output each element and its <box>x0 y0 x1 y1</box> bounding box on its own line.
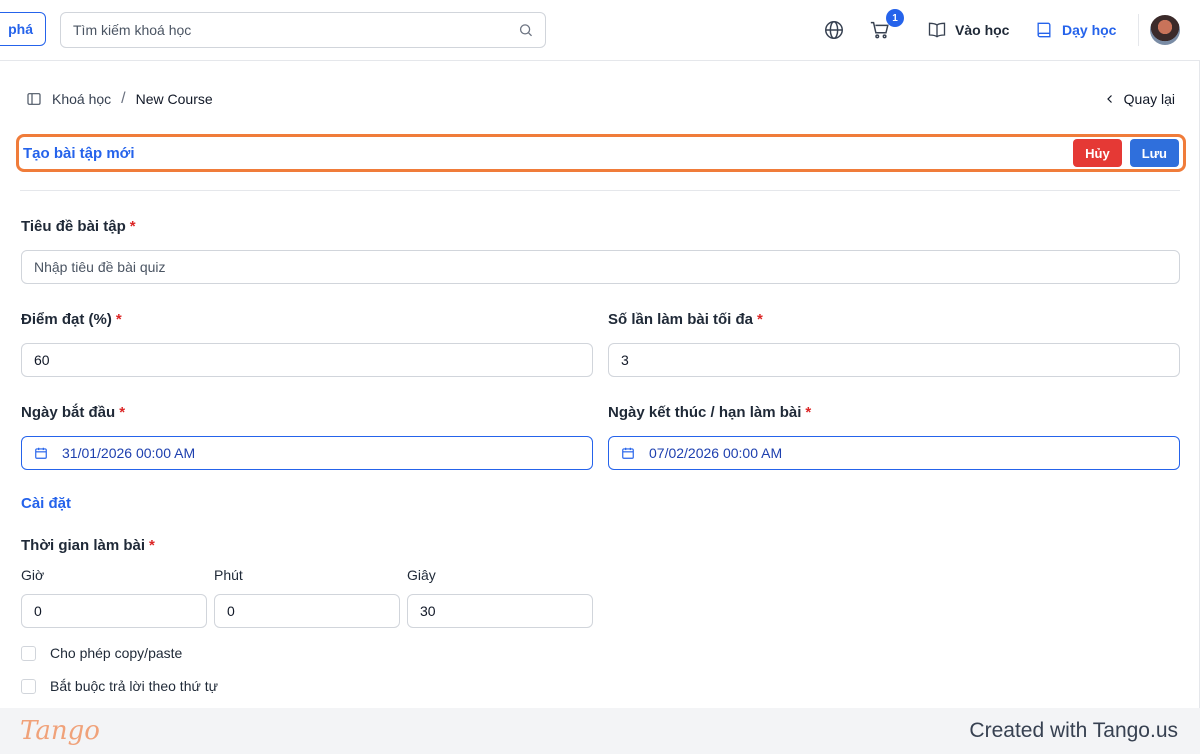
open-book-icon <box>928 22 946 38</box>
end-date-value: 07/02/2026 00:00 AM <box>649 445 783 461</box>
end-date-label: Ngày kết thúc / hạn làm bài * <box>608 404 811 421</box>
breadcrumb: Khoá học / New Course <box>26 88 213 110</box>
learn-link-label: Vào học <box>955 22 1010 38</box>
title-field[interactable] <box>21 250 1180 284</box>
back-link-label: Quay lại <box>1123 91 1175 107</box>
search-icon[interactable] <box>518 22 533 38</box>
back-link[interactable]: Quay lại <box>1104 88 1175 110</box>
cancel-button[interactable]: Hủy <box>1073 139 1122 167</box>
duration-label: Thời gian làm bài * <box>21 537 155 554</box>
minutes-field[interactable] <box>214 594 400 628</box>
end-date-label-text: Ngày kết thúc / hạn làm bài <box>608 404 802 421</box>
required-mark: * <box>805 404 812 421</box>
required-mark: * <box>129 218 136 235</box>
teach-link-label: Dạy học <box>1062 22 1117 38</box>
title-field-label: Tiêu đề bài tập * <box>21 218 136 235</box>
max-attempts-label-text: Số lần làm bài tối đa <box>608 311 754 328</box>
search-bar[interactable] <box>60 12 546 48</box>
save-button[interactable]: Lưu <box>1129 139 1179 167</box>
form-title-bar: Tạo bài tập mới Hủy Lưu <box>16 134 1186 172</box>
hours-field[interactable] <box>21 594 207 628</box>
ordered-answer-label: Bắt buộc trả lời theo thứ tự <box>50 678 219 694</box>
sidebar-toggle-icon[interactable] <box>26 91 42 107</box>
end-date-picker[interactable]: 07/02/2026 00:00 AM <box>608 436 1180 470</box>
seconds-input[interactable] <box>420 603 580 619</box>
top-header: phá 1 Vào học Dạy học <box>0 0 1200 61</box>
hours-label: Giờ <box>21 567 45 583</box>
pass-score-field[interactable] <box>21 343 593 377</box>
calendar-icon <box>35 447 47 459</box>
tango-logo: Tango <box>20 716 100 746</box>
explore-button[interactable]: phá <box>0 12 46 46</box>
required-mark: * <box>757 311 763 328</box>
pass-score-input[interactable] <box>34 352 580 368</box>
form-title: Tạo bài tập mới <box>23 144 135 162</box>
minutes-label: Phút <box>214 567 243 583</box>
seconds-label: Giây <box>407 567 436 583</box>
start-date-label: Ngày bắt đầu * <box>21 404 125 421</box>
pass-score-label-text: Điểm đạt (%) <box>21 311 112 328</box>
app-window: phá 1 Vào học Dạy học Khoá học / New Cou… <box>0 0 1200 708</box>
seconds-field[interactable] <box>407 594 593 628</box>
title-input[interactable] <box>34 259 1167 275</box>
learn-link[interactable]: Vào học <box>927 18 1009 42</box>
copy-paste-label: Cho phép copy/paste <box>50 645 183 661</box>
duration-label-text: Thời gian làm bài <box>21 537 146 554</box>
globe-icon[interactable] <box>823 19 845 41</box>
copy-paste-option[interactable]: Cho phép copy/paste <box>21 644 182 662</box>
user-avatar[interactable] <box>1150 15 1180 45</box>
required-mark: * <box>119 404 126 421</box>
max-attempts-label: Số lần làm bài tối đa * <box>608 311 763 328</box>
max-attempts-input[interactable] <box>621 352 1167 368</box>
breadcrumb-separator: / <box>121 90 126 107</box>
start-date-value: 31/01/2026 00:00 AM <box>62 445 196 461</box>
tango-credit: Created with Tango.us <box>969 719 1178 742</box>
section-divider <box>20 190 1180 191</box>
search-input[interactable] <box>73 22 518 38</box>
ordered-answer-option[interactable]: Bắt buộc trả lời theo thứ tự <box>21 677 218 695</box>
header-divider <box>1138 14 1139 46</box>
explore-button-label: phá <box>8 21 33 37</box>
start-date-label-text: Ngày bắt đầu <box>21 404 116 421</box>
start-date-picker[interactable]: 31/01/2026 00:00 AM <box>21 436 593 470</box>
cart-count-badge: 1 <box>886 9 904 27</box>
breadcrumb-courses[interactable]: Khoá học <box>52 91 111 107</box>
minutes-input[interactable] <box>227 603 387 619</box>
pass-score-label: Điểm đạt (%) * <box>21 311 122 328</box>
settings-heading: Cài đặt <box>21 495 72 512</box>
ordered-answer-checkbox[interactable] <box>21 678 36 694</box>
hours-input[interactable] <box>34 603 194 619</box>
max-attempts-field[interactable] <box>608 343 1180 377</box>
copy-paste-checkbox[interactable] <box>21 645 36 661</box>
required-mark: * <box>115 311 122 328</box>
teach-link[interactable]: Dạy học <box>1034 18 1116 42</box>
breadcrumb-current: New Course <box>135 91 213 107</box>
calendar-icon <box>622 447 634 459</box>
chevron-left-icon <box>1106 95 1112 103</box>
title-field-label-text: Tiêu đề bài tập <box>21 218 126 235</box>
book-icon <box>1037 22 1051 38</box>
required-mark: * <box>149 537 155 554</box>
